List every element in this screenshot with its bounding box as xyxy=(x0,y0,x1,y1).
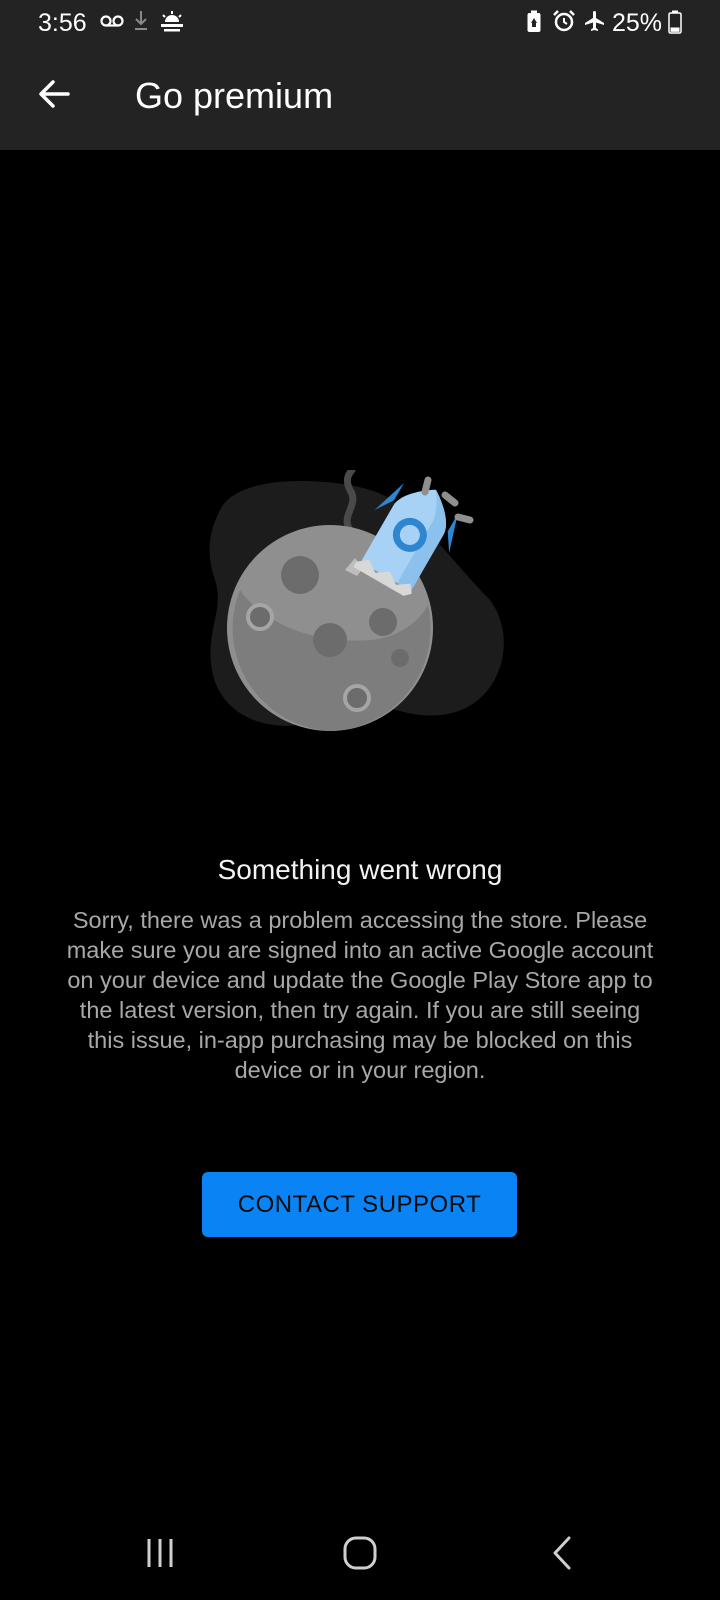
recent-apps-button[interactable] xyxy=(130,1530,190,1580)
weather-icon xyxy=(160,10,184,37)
airplane-mode-icon xyxy=(583,9,607,38)
page-title: Go premium xyxy=(135,75,334,116)
error-message: Sorry, there was a problem accessing the… xyxy=(66,907,654,1083)
battery-saver-icon xyxy=(526,10,542,39)
contact-support-button[interactable]: CONTACT SUPPORT xyxy=(202,1172,517,1237)
back-button[interactable] xyxy=(28,70,80,122)
navigation-bar xyxy=(0,1510,720,1600)
status-bar: 3:56 25% xyxy=(0,0,720,46)
recent-apps-icon xyxy=(144,1536,176,1575)
status-time: 3:56 xyxy=(38,9,87,37)
voicemail-icon xyxy=(100,13,124,34)
crashed-rocket-moon-illustration xyxy=(200,466,520,760)
home-icon xyxy=(342,1535,378,1576)
battery-icon xyxy=(668,10,682,39)
back-arrow-icon xyxy=(36,76,72,117)
home-button[interactable] xyxy=(330,1530,390,1580)
nav-back-icon xyxy=(550,1535,574,1576)
nav-back-button[interactable] xyxy=(532,1530,592,1580)
download-icon xyxy=(133,10,149,37)
screen: 3:56 25% Go premium Something went wrong… xyxy=(0,0,720,1600)
battery-percent: 25% xyxy=(612,9,663,37)
error-title: Something went wrong xyxy=(217,854,503,885)
app-bar: Go premium xyxy=(0,46,720,150)
alarm-icon xyxy=(552,9,576,38)
